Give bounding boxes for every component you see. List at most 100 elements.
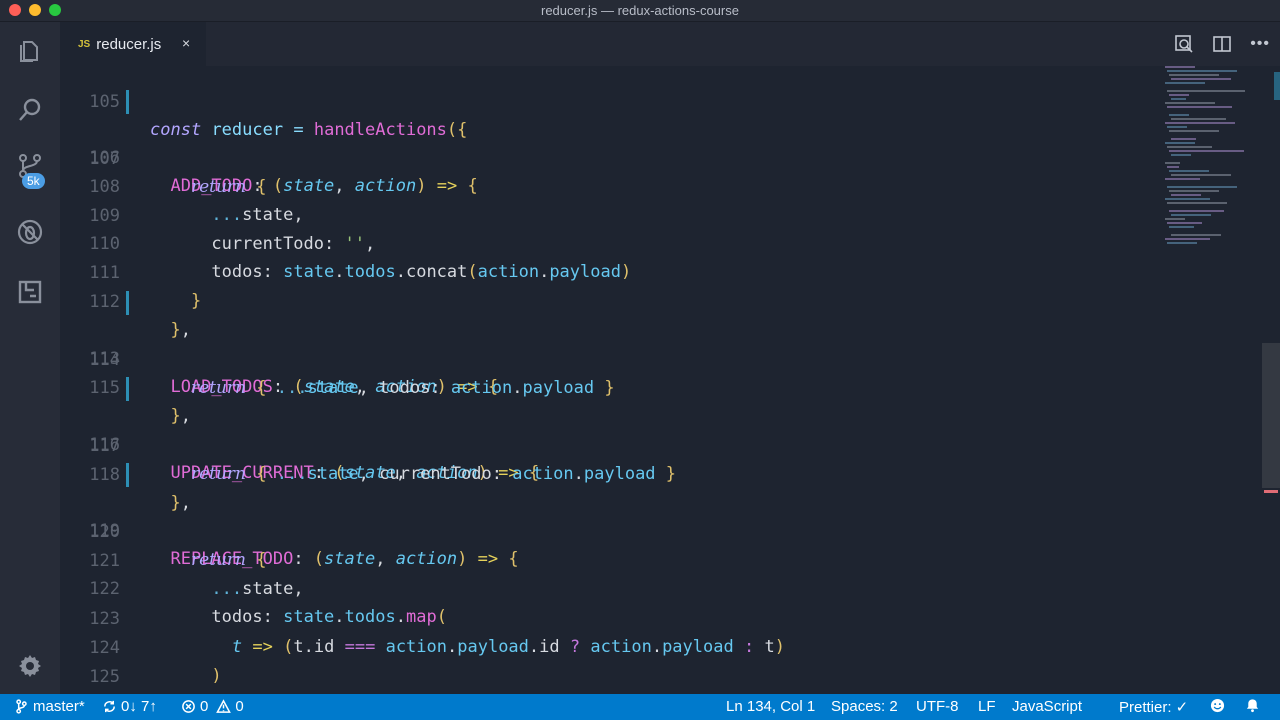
- editor-actions: •••: [1174, 34, 1270, 54]
- indentation-setting[interactable]: Spaces: 2: [831, 698, 898, 715]
- minimap-line: [1167, 106, 1232, 108]
- code-line: 121 ...state,: [60, 519, 1160, 599]
- javascript-file-icon: JS: [78, 38, 91, 50]
- error-icon: [182, 700, 195, 713]
- code-line: 118 },: [60, 433, 1160, 513]
- code-line: 125 }: [60, 635, 1160, 687]
- minimap-line: [1169, 210, 1224, 212]
- minimap-line: [1165, 122, 1235, 124]
- warning-icon: [216, 699, 232, 713]
- minimap-line: [1169, 74, 1219, 76]
- minimap-line: [1165, 238, 1210, 240]
- minimize-window-button[interactable]: [29, 4, 41, 16]
- minimap[interactable]: [1160, 66, 1270, 694]
- minimap-line: [1167, 202, 1227, 204]
- explorer-icon[interactable]: [14, 34, 46, 66]
- code-line: 107 return {: [60, 117, 1160, 197]
- code-line: 112 },: [60, 260, 1160, 340]
- sync-icon: [104, 700, 115, 713]
- code-line: 113 LOAD_TODOS: (state, action) => {: [60, 289, 1160, 397]
- code-line: 120 return {: [60, 490, 1160, 570]
- gear-icon[interactable]: [14, 650, 46, 682]
- activity-bar: 5k: [0, 22, 60, 694]
- minimap-line: [1169, 114, 1189, 116]
- close-window-button[interactable]: [9, 4, 21, 16]
- warning-count: 0: [235, 698, 244, 715]
- code-line: 117 return { ...state, currentTodo: acti…: [60, 404, 1160, 484]
- maximize-window-button[interactable]: [49, 4, 61, 16]
- minimap-line: [1171, 194, 1201, 196]
- open-preview-icon[interactable]: [1174, 34, 1194, 54]
- minimap-line: [1167, 90, 1245, 92]
- modified-line-marker: [126, 377, 129, 401]
- minimap-line: [1171, 154, 1191, 156]
- status-bar: master* 0↓ 7↑ 0 0 Ln 134, Col 1 Spaces: …: [0, 694, 1280, 720]
- sync-indicator[interactable]: 0↓ 7↑: [102, 698, 157, 715]
- minimap-line: [1171, 138, 1196, 140]
- split-editor-icon[interactable]: [1212, 34, 1232, 54]
- notifications-icon[interactable]: [1245, 698, 1260, 713]
- eol-setting[interactable]: LF: [978, 698, 996, 715]
- minimap-line: [1169, 150, 1244, 152]
- language-mode[interactable]: JavaScript: [1012, 698, 1082, 715]
- minimap-line: [1171, 174, 1231, 176]
- code-line: 123 t => (t.id === action.payload.id ? a…: [60, 577, 1160, 657]
- minimap-line: [1171, 98, 1186, 100]
- minimap-line: [1165, 82, 1205, 84]
- code-line: 114 return { ...state, todos: action.pay…: [60, 318, 1160, 398]
- tab-reducer-js[interactable]: JS reducer.js ×: [60, 22, 206, 66]
- minimap-line: [1169, 170, 1209, 172]
- encoding-setting[interactable]: UTF-8: [916, 698, 959, 715]
- close-tab-icon[interactable]: ×: [182, 35, 190, 51]
- minimap-line: [1171, 78, 1231, 80]
- extensions-icon[interactable]: [14, 276, 46, 308]
- search-icon[interactable]: [14, 94, 46, 126]
- minimap-line: [1165, 218, 1185, 220]
- tab-bar: JS reducer.js × •••: [60, 22, 1280, 66]
- sync-status: 0↓ 7↑: [121, 698, 157, 715]
- minimap-line: [1167, 166, 1179, 168]
- minimap-line: [1169, 226, 1194, 228]
- code-line: 126 },: [60, 664, 1160, 692]
- code-line: 124 ): [60, 606, 1160, 686]
- window-title: reducer.js — redux-actions-course: [541, 3, 739, 18]
- code-line: 115 },: [60, 346, 1160, 426]
- minimap-line: [1167, 186, 1237, 188]
- code-line: 122 todos: state.todos.map(: [60, 547, 1160, 627]
- modified-line-marker: [126, 291, 129, 315]
- minimap-line: [1165, 66, 1195, 68]
- minimap-line: [1171, 214, 1211, 216]
- debug-icon[interactable]: [14, 216, 46, 248]
- title-bar: reducer.js — redux-actions-course: [0, 0, 1280, 22]
- minimap-line: [1165, 102, 1215, 104]
- code-line: 110 todos: state.todos.concat(action.pay…: [60, 202, 1160, 282]
- code-line: 111 }: [60, 231, 1160, 311]
- modified-line-marker: [126, 90, 129, 114]
- more-actions-icon[interactable]: •••: [1250, 35, 1270, 53]
- branch-indicator[interactable]: master*: [14, 698, 85, 715]
- window-controls: [9, 4, 61, 16]
- minimap-line: [1167, 70, 1237, 72]
- minimap-line: [1165, 162, 1180, 164]
- minimap-line: [1167, 242, 1197, 244]
- scrollbar-thumb[interactable]: [1262, 343, 1280, 488]
- cursor-position[interactable]: Ln 134, Col 1: [726, 698, 815, 715]
- minimap-line: [1167, 222, 1202, 224]
- scrollbar-change-marker: [1274, 72, 1280, 100]
- minimap-line: [1167, 126, 1187, 128]
- feedback-icon[interactable]: [1210, 698, 1225, 713]
- minimap-line: [1169, 94, 1189, 96]
- prettier-status[interactable]: Prettier: ✓: [1119, 698, 1188, 716]
- code-line: 119 REPLACE_TODO: (state, action) => {: [60, 461, 1160, 569]
- code-line: 108 ...state,: [60, 145, 1160, 225]
- source-control-badge: 5k: [22, 173, 45, 189]
- code-line: 105 const reducer = handleActions({: [60, 66, 1160, 140]
- minimap-line: [1169, 130, 1219, 132]
- minimap-line: [1171, 118, 1226, 120]
- minimap-line: [1165, 178, 1200, 180]
- code-editor[interactable]: 105 const reducer = handleActions({ 106 …: [60, 66, 1280, 694]
- minimap-line: [1165, 142, 1195, 144]
- problems-indicator[interactable]: 0 0: [181, 698, 244, 715]
- minimap-line: [1169, 190, 1219, 192]
- minimap-line: [1171, 234, 1221, 236]
